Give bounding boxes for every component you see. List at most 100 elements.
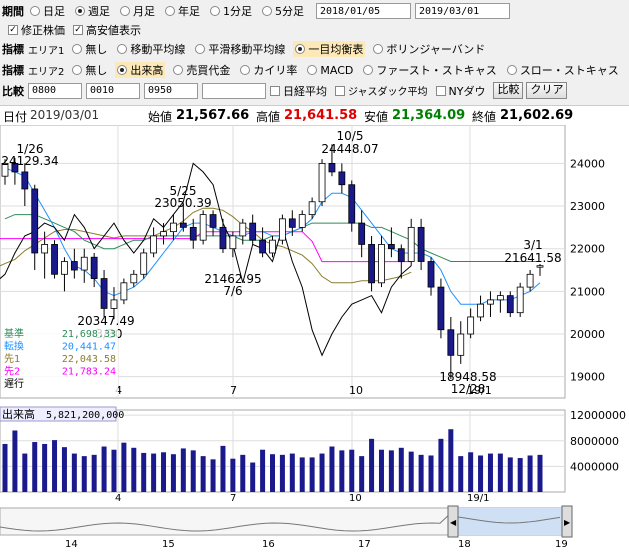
period-option-0[interactable]: 日足	[28, 3, 67, 19]
compare-code-2[interactable]	[86, 82, 140, 99]
price-annotation: 21641.58	[504, 251, 561, 265]
jasdaq-checkbox[interactable]: ジャスダック平均	[335, 83, 428, 98]
indicator1-option-4[interactable]: ボリンジャーバンド	[371, 41, 487, 57]
period-option-1[interactable]: 週足	[73, 3, 112, 19]
indicator2-option-1[interactable]: 出来高	[115, 62, 166, 78]
indicator2-option-2[interactable]: 売買代金	[171, 62, 232, 78]
y-tick-label: 19000	[570, 371, 605, 384]
volume-bar	[537, 454, 543, 492]
period-option-5[interactable]: 5分足	[260, 3, 306, 19]
compare-code-1[interactable]	[28, 82, 82, 99]
candle	[496, 295, 504, 301]
check-icon: ✓	[8, 25, 18, 35]
x-tick-label: 4	[115, 493, 121, 504]
indicator2-option-6[interactable]: スロー・ストキャス	[505, 62, 621, 78]
indicator2-option-0[interactable]: 無し	[70, 62, 109, 78]
high-value: 21,641.58	[284, 108, 358, 123]
candle	[288, 218, 296, 228]
compare-row: 比較 日経平均 ジャスダック平均 NYダウ 比較 クリア	[0, 81, 629, 100]
radio-icon	[75, 6, 85, 16]
indicator1-option-label: ボリンジャーバンド	[386, 43, 486, 56]
volume-bar	[71, 453, 77, 492]
radio-icon	[240, 65, 251, 75]
y-tick-label: 24000	[570, 157, 605, 170]
volume-bar	[81, 456, 87, 492]
radio-icon	[117, 65, 128, 75]
volume-bar	[32, 442, 38, 492]
volume-bar	[141, 452, 147, 492]
x-tick-label: 10	[349, 493, 362, 504]
y-tick-label: 21000	[570, 285, 605, 298]
candle	[140, 252, 148, 275]
indicator2-option-label: スロー・ストキャス	[519, 64, 619, 77]
navigator-tick-label: 16	[262, 539, 275, 550]
y-tick-label: 23000	[570, 200, 605, 213]
period-option-3[interactable]: 年足	[163, 3, 202, 19]
adjusted-price-checkbox[interactable]: ✓ 修正株価	[8, 22, 65, 38]
volume-bar	[339, 450, 345, 492]
period-option-label: 年足	[178, 5, 200, 18]
volume-bar	[230, 458, 236, 492]
compare-code-3[interactable]	[144, 82, 198, 99]
indicator2-option-5[interactable]: ファースト・ストキャス	[361, 62, 498, 78]
candle	[209, 214, 217, 228]
candle	[100, 278, 108, 309]
volume-bar	[359, 456, 365, 492]
volume-bar	[527, 455, 533, 492]
indicator1-option-0[interactable]: 無し	[70, 41, 109, 57]
navigator-tick-label: 14	[65, 539, 78, 550]
indicator1-options: 無し 移動平均線 平滑移動平均線 一目均衡表 ボリンジャーバンド	[70, 41, 493, 57]
indicator1-option-1[interactable]: 移動平均線	[115, 41, 187, 57]
indicator1-option-3[interactable]: 一目均衡表	[293, 41, 366, 57]
radio-icon	[506, 65, 517, 75]
navigator-tick-label: 17	[358, 539, 371, 550]
candle	[239, 222, 247, 237]
compare-button[interactable]: 比較	[493, 82, 524, 99]
price-annotation: 12/28	[451, 382, 486, 396]
volume-bar	[220, 445, 226, 492]
candle	[368, 244, 375, 284]
period-option-label: 月足	[133, 5, 155, 18]
open-label: 始値	[148, 110, 173, 124]
candle	[437, 286, 445, 331]
navigator-tick-label: 15	[162, 539, 175, 550]
volume-bar	[369, 438, 375, 492]
stock-chart[interactable]: 1900020000210002200023000240004 7 10 19/11/…	[0, 125, 629, 555]
indicator2-option-4[interactable]: MACD	[305, 62, 355, 78]
candle	[526, 273, 534, 288]
candle	[249, 222, 257, 241]
candle	[41, 244, 49, 254]
x-tick-label: 10	[349, 384, 363, 397]
close-label: 終値	[472, 110, 497, 124]
highlow-checkbox[interactable]: ✓ 高安値表示	[73, 22, 141, 38]
candle	[120, 282, 128, 301]
candle	[417, 226, 425, 262]
volume-bar	[2, 443, 8, 492]
candle	[31, 188, 39, 254]
candle	[447, 329, 455, 356]
checkbox-box	[270, 85, 280, 96]
legend-value: 21,783.24	[62, 367, 116, 378]
indicator1-option-2[interactable]: 平滑移動平均線	[193, 41, 287, 57]
period-label: 期間	[2, 5, 24, 18]
nikkei-checkbox[interactable]: 日経平均	[270, 83, 327, 99]
indicator1-row: 指標 エリア1 無し 移動平均線 平滑移動平均線 一目均衡表 ボリンジャーバンド	[0, 40, 629, 58]
period-option-2[interactable]: 月足	[118, 3, 157, 19]
clear-button[interactable]: クリア	[526, 82, 568, 99]
indicator2-options: 無し 出来高 売買代金 カイリ率 MACD ファースト・ストキャス スロー・ストキャス	[70, 62, 626, 78]
nydow-checkbox[interactable]: NYダウ	[435, 83, 485, 99]
indicator2-option-label: MACD	[320, 63, 354, 77]
indicator2-label: 指標	[2, 64, 24, 77]
indicator2-option-3[interactable]: カイリ率	[238, 62, 299, 78]
volume-bar	[250, 462, 256, 492]
indicator1-label: 指標	[2, 43, 24, 56]
ichimoku-legend: 基準 21,698.33 転換 20,441.47 先1 22,043.58 先2 21,78…	[2, 325, 118, 395]
volume-bar	[497, 453, 503, 492]
indicator2-option-label: 売買代金	[186, 64, 231, 77]
date-from-input[interactable]	[316, 3, 411, 19]
date-to-input[interactable]	[415, 3, 510, 19]
period-option-4[interactable]: 1分足	[208, 3, 254, 19]
candle	[70, 261, 78, 271]
candle	[506, 295, 514, 314]
compare-code-4[interactable]	[202, 82, 266, 99]
